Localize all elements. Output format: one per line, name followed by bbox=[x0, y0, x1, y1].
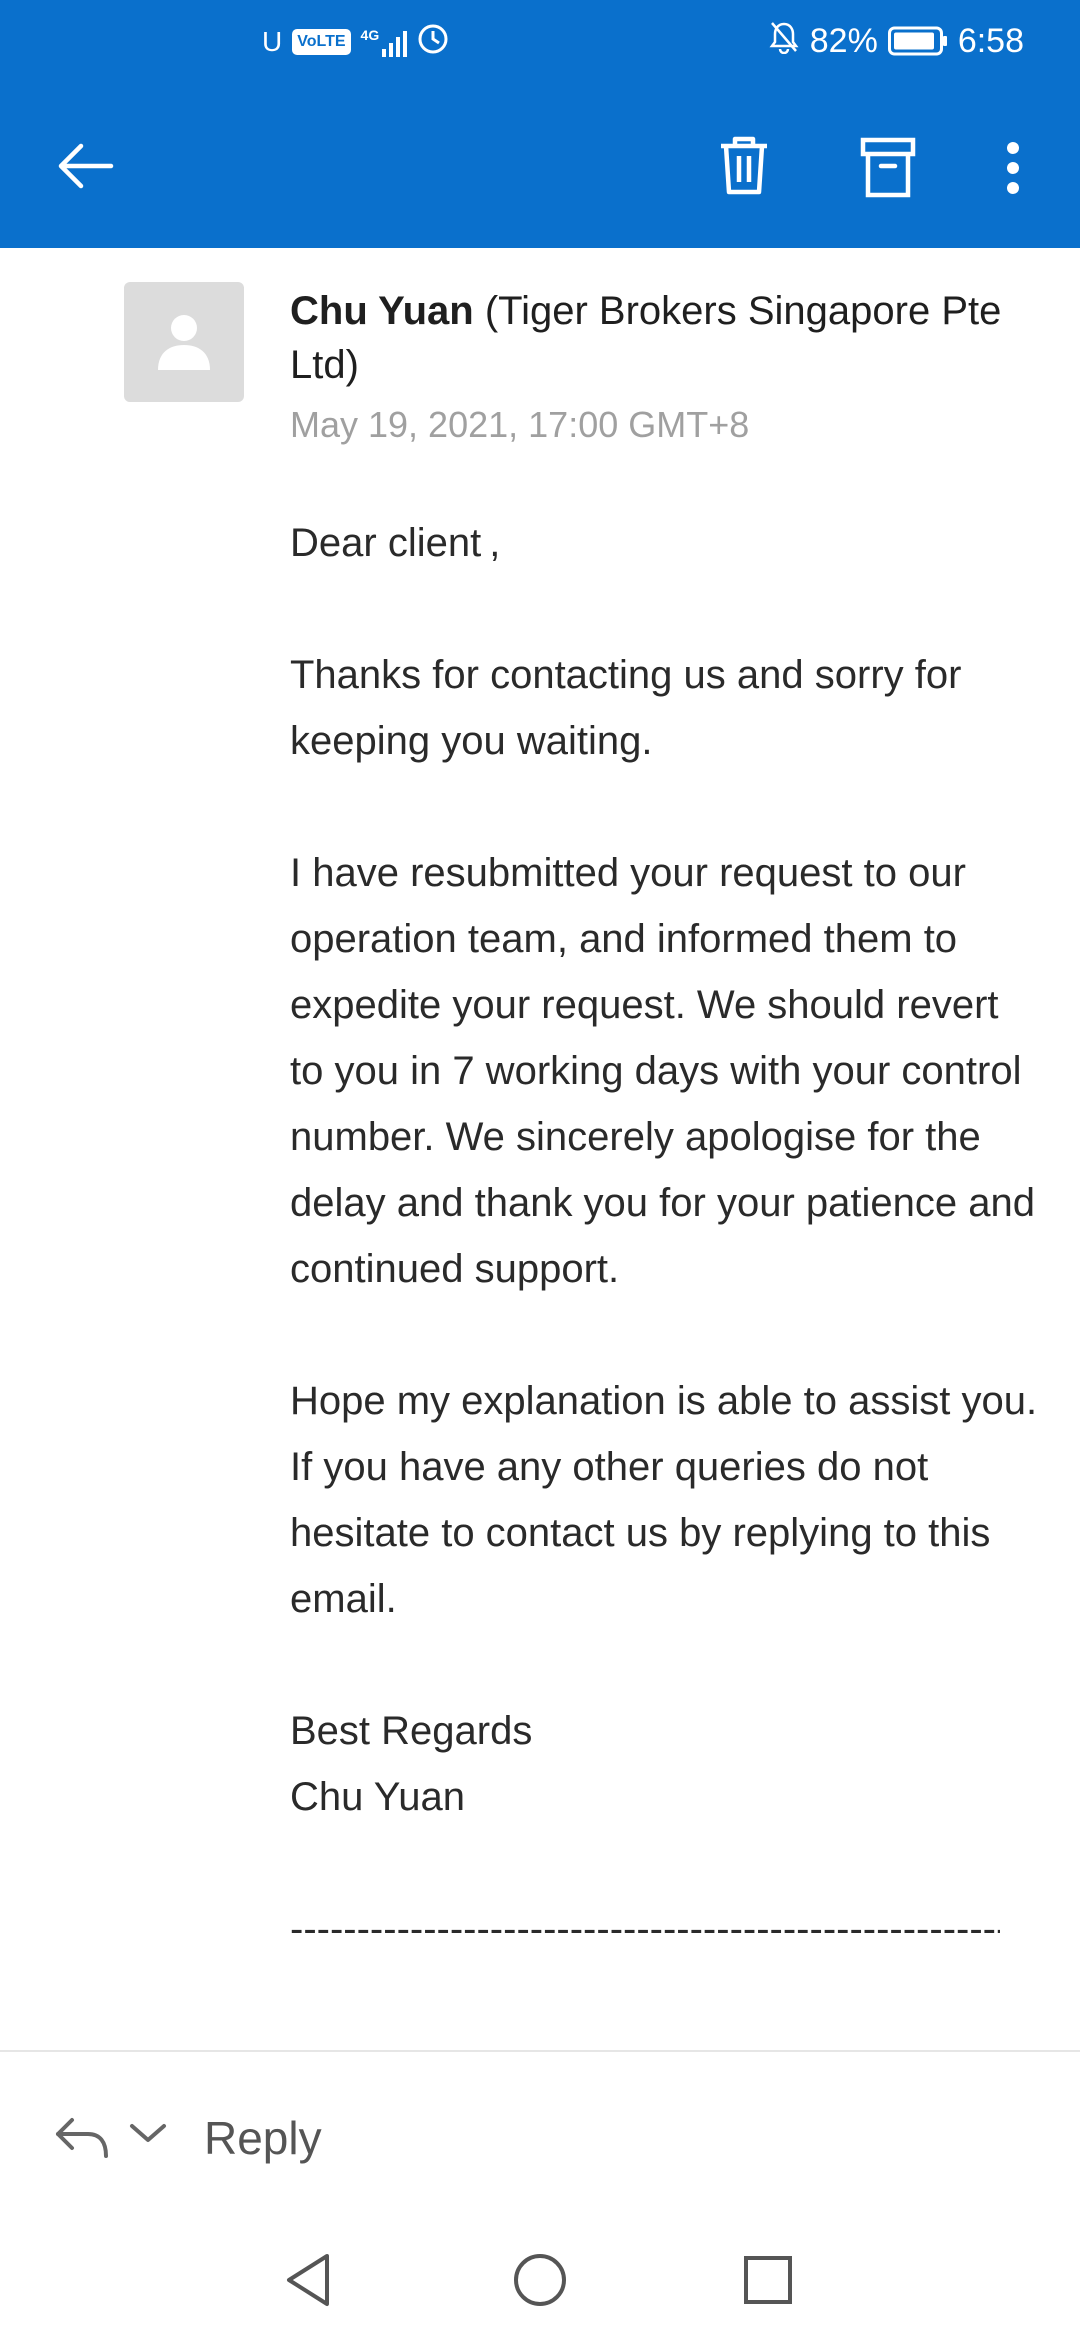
mute-icon bbox=[768, 20, 800, 63]
chevron-down-icon[interactable] bbox=[128, 2118, 168, 2153]
archive-icon bbox=[860, 137, 916, 198]
message-body: Dear client , Thanks for contacting us a… bbox=[290, 510, 1040, 1962]
sender-line[interactable]: Chu Yuan (Tiger Brokers Singapore Pte Lt… bbox=[290, 284, 1020, 392]
body-paragraph-3: Hope my explanation is able to assist yo… bbox=[290, 1379, 1038, 1621]
message-view: Chu Yuan (Tiger Brokers Singapore Pte Lt… bbox=[0, 248, 1080, 2050]
data-saver-icon bbox=[417, 23, 449, 62]
message-timestamp: May 19, 2021, 17:00 GMT+8 bbox=[290, 404, 750, 445]
status-bar-right: 82% 6:58 bbox=[768, 18, 1024, 64]
reply-button[interactable]: Reply bbox=[204, 2108, 322, 2168]
trash-icon bbox=[721, 136, 767, 195]
back-arrow-icon bbox=[58, 143, 114, 189]
status-time: 6:58 bbox=[957, 22, 1024, 60]
body-paragraph-2: I have resubmitted your request to our o… bbox=[290, 851, 1035, 1291]
network-type: 4G bbox=[360, 27, 380, 43]
carrier-indicator: U bbox=[262, 26, 283, 57]
nav-recents-icon bbox=[744, 2256, 792, 2304]
reply-icon[interactable] bbox=[52, 2112, 112, 2169]
more-options-button[interactable] bbox=[990, 130, 1036, 206]
reply-bar: Reply bbox=[0, 2052, 1080, 2222]
body-paragraph-1: Thanks for contacting us and sorry for k… bbox=[290, 653, 962, 763]
more-vertical-icon bbox=[1007, 142, 1019, 194]
app-header: U VoLTE 4G 82% 6:58 bbox=[0, 0, 1080, 248]
signature: Chu Yuan bbox=[290, 1775, 465, 1819]
signal-icon: 4G bbox=[361, 27, 408, 57]
archive-button[interactable] bbox=[852, 130, 924, 206]
nav-recents-button[interactable] bbox=[738, 2250, 798, 2310]
system-nav-bar bbox=[0, 2222, 1080, 2340]
nav-back-button[interactable] bbox=[278, 2250, 338, 2310]
greeting: Dear client , bbox=[290, 521, 501, 565]
person-icon bbox=[158, 315, 210, 370]
nav-back-icon bbox=[287, 2254, 329, 2306]
signoff: Best Regards bbox=[290, 1709, 533, 1753]
nav-home-button[interactable] bbox=[510, 2250, 570, 2310]
nav-home-icon bbox=[514, 2254, 566, 2306]
separator-line: ----------------------------------------… bbox=[290, 1907, 1000, 1951]
delete-button[interactable] bbox=[706, 124, 782, 208]
battery-percent: 82% bbox=[809, 22, 878, 60]
battery-icon bbox=[887, 26, 948, 56]
volte-badge: VoLTE bbox=[292, 29, 351, 55]
status-bar-left: U VoLTE 4G bbox=[262, 22, 449, 62]
sender-name: Chu Yuan bbox=[290, 289, 474, 333]
back-button[interactable] bbox=[40, 128, 130, 204]
avatar[interactable] bbox=[124, 282, 244, 402]
